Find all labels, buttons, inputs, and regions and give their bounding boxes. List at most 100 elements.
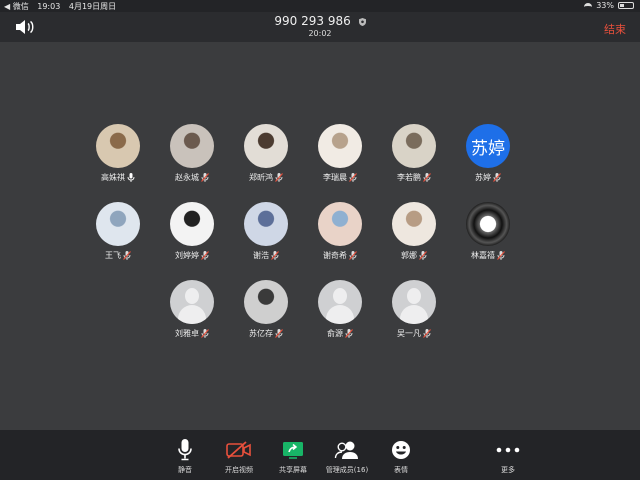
reactions-button[interactable]: 表情 [366, 438, 436, 475]
participant-name: 林嘉禧 [471, 251, 495, 260]
default-avatar-icon [318, 280, 362, 324]
participant-name: 郭娜 [401, 251, 417, 260]
avatar-initials: 苏婷 [471, 138, 505, 159]
mic-muted-icon [423, 173, 431, 182]
wifi-icon [584, 2, 593, 9]
mic-muted-icon [497, 251, 505, 260]
participant-name-row: 王飞 [78, 250, 158, 261]
participant-name: 苏亿存 [249, 329, 273, 338]
avatar [318, 202, 362, 246]
participant-name: 郑昕鸿 [249, 173, 273, 182]
emoji-icon [392, 441, 410, 459]
participant-tile[interactable]: 刘雅卓 [152, 280, 232, 339]
more-dots-icon [496, 447, 520, 453]
mic-muted-icon [201, 251, 209, 260]
avatar [244, 202, 288, 246]
clock: 19:03 [37, 2, 61, 11]
battery-percent: 33% [596, 1, 614, 10]
participant-name: 高姝祺 [101, 173, 125, 182]
reactions-label: 表情 [394, 466, 408, 474]
mic-muted-icon [423, 329, 431, 338]
participant-name-row: 李若鹏 [374, 172, 454, 183]
avatar [244, 280, 288, 324]
date: 4月19日周日 [68, 2, 117, 11]
mic-muted-icon [493, 173, 501, 182]
avatar [392, 202, 436, 246]
mic-muted-icon [345, 329, 353, 338]
shield-icon [358, 17, 366, 26]
avatar [244, 124, 288, 168]
participant-name: 谢奇希 [323, 251, 347, 260]
participant-name-row: 赵永城 [152, 172, 232, 183]
end-meeting-button[interactable]: 结束 [604, 21, 626, 37]
mic-muted-icon [275, 173, 283, 182]
avatar [466, 202, 510, 246]
meeting-id-row[interactable]: 990 293 986 [0, 14, 640, 28]
participant-tile[interactable]: 高姝祺 [78, 124, 158, 183]
participant-name-row: 刘婷婷 [152, 250, 232, 261]
avatar [392, 124, 436, 168]
participant-name: 俞源 [327, 329, 343, 338]
participant-name-row: 俞源 [300, 328, 380, 339]
microphone-icon [178, 439, 192, 461]
participant-tile[interactable]: 苏亿存 [226, 280, 306, 339]
mic-muted-icon [201, 329, 209, 338]
avatar [318, 124, 362, 168]
participant-tile[interactable]: 俞源 [300, 280, 380, 339]
mic-muted-icon [419, 251, 427, 260]
participant-name-row: 刘雅卓 [152, 328, 232, 339]
participant-name-row: 郭娜 [374, 250, 454, 261]
participant-name-row: 苏亿存 [226, 328, 306, 339]
mic-muted-icon [349, 173, 357, 182]
mic-muted-icon [201, 173, 209, 182]
more-button[interactable]: 更多 [473, 438, 543, 475]
participant-tile[interactable]: 林嘉禧 [448, 202, 528, 261]
participant-tile[interactable]: 谢浩 [226, 202, 306, 261]
participant-tile[interactable]: 李若鹏 [374, 124, 454, 183]
participant-name: 王飞 [105, 251, 121, 260]
meeting-timer: 20:02 [308, 29, 332, 38]
participant-name-row: 谢奇希 [300, 250, 380, 261]
participant-name: 赵永城 [175, 173, 199, 182]
meeting-header: 990 293 986 20:02 结束 [0, 12, 640, 42]
mic-muted-icon [123, 251, 131, 260]
participant-tile[interactable]: 赵永城 [152, 124, 232, 183]
participant-name: 吴一凡 [397, 329, 421, 338]
status-bar: ◀ 微信 19:03 4月19日周日 33% [0, 0, 640, 12]
participant-name-row: 苏婷 [448, 172, 528, 183]
avatar [170, 124, 214, 168]
meeting-toolbar: 静音 开启视频 共享屏幕 管理成员(16) 表情 更多 [0, 430, 640, 480]
participant-name-row: 郑昕鸿 [226, 172, 306, 183]
microphone-icon [127, 173, 135, 182]
participant-tile[interactable]: 苏婷 苏婷 [448, 124, 528, 183]
share-screen-icon [283, 442, 303, 459]
participant-name: 李瑞晨 [323, 173, 347, 182]
participant-tile[interactable]: 谢奇希 [300, 202, 380, 261]
participant-name-row: 高姝祺 [78, 172, 158, 183]
mic-muted-icon [271, 251, 279, 260]
meeting-id: 990 293 986 [274, 14, 351, 28]
participant-tile[interactable]: 郑昕鸿 [226, 124, 306, 183]
initials-avatar: 苏婷 [466, 124, 510, 168]
participant-tile[interactable]: 李瑞晨 [300, 124, 380, 183]
participant-name: 李若鹏 [397, 173, 421, 182]
default-avatar-icon [170, 280, 214, 324]
mic-muted-icon [349, 251, 357, 260]
more-label: 更多 [501, 466, 515, 474]
participant-name: 刘雅卓 [175, 329, 199, 338]
participant-name-row: 吴一凡 [374, 328, 454, 339]
back-to-app-link[interactable]: ◀ 微信 [4, 2, 29, 11]
participant-name: 苏婷 [475, 173, 491, 182]
participant-tile[interactable]: 刘婷婷 [152, 202, 232, 261]
video-off-icon [226, 441, 251, 459]
participant-tile[interactable]: 吴一凡 [374, 280, 454, 339]
mic-muted-icon [275, 329, 283, 338]
avatar [96, 202, 140, 246]
participant-tile[interactable]: 王飞 [78, 202, 158, 261]
default-avatar-icon [392, 280, 436, 324]
avatar [170, 202, 214, 246]
participant-name-row: 李瑞晨 [300, 172, 380, 183]
participant-name: 刘婷婷 [175, 251, 199, 260]
participant-tile[interactable]: 郭娜 [374, 202, 454, 261]
participant-name: 谢浩 [253, 251, 269, 260]
